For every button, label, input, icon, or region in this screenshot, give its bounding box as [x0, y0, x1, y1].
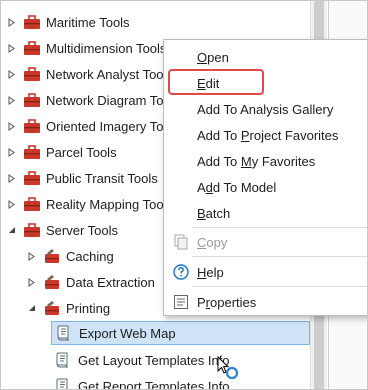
- tree-row[interactable]: Network Analyst Tools: [7, 61, 173, 87]
- tree-row-label: Network Analyst Tools: [46, 66, 173, 82]
- menu-item-label: Help: [197, 264, 224, 280]
- expand-arrow-right-icon[interactable]: [27, 251, 37, 261]
- menu-item-add-to-model[interactable]: Add To Model: [164, 175, 367, 199]
- menu-item-properties[interactable]: Properties: [164, 290, 367, 314]
- toolbox-icon: [23, 40, 41, 56]
- tree-row-label: Data Extraction: [66, 274, 155, 290]
- toolbox-icon: [23, 14, 41, 30]
- tree-row[interactable]: Reality Mapping Tools: [7, 191, 173, 217]
- tree-row-label: Server Tools: [46, 222, 119, 238]
- toolbox-icon: [23, 222, 41, 238]
- menu-item-help[interactable]: Help: [164, 260, 367, 284]
- tree-row-label: Get Report Templates Info: [78, 378, 230, 390]
- copy-icon: [173, 234, 189, 250]
- menu-item-add-to-my-favorites[interactable]: Add To My Favorites: [164, 149, 367, 173]
- expand-arrow-right-icon[interactable]: [7, 69, 17, 79]
- toolset-icon: [43, 300, 61, 316]
- expand-arrow-right-icon[interactable]: [7, 121, 17, 131]
- menu-item-label: Add To Project Favorites: [197, 127, 339, 143]
- busy-cursor-icon: [217, 356, 239, 380]
- menu-item-label: Add To Model: [197, 179, 277, 195]
- tree-row[interactable]: Maritime Tools: [7, 9, 130, 35]
- menu-item-label: Add To Analysis Gallery: [197, 101, 334, 117]
- toolbox-icon: [23, 196, 41, 212]
- script-tool-icon: [56, 325, 74, 341]
- toolbox-icon: [23, 170, 41, 186]
- menu-separator: [192, 227, 367, 228]
- menu-item-label: Batch: [197, 205, 231, 221]
- tree-row[interactable]: Parcel Tools: [7, 139, 117, 165]
- toolset-icon: [43, 248, 61, 264]
- tree-row-label: Reality Mapping Tools: [46, 196, 173, 212]
- toolbox-icon: [23, 144, 41, 160]
- toolbox-icon: [23, 66, 41, 82]
- tree-row[interactable]: Printing: [27, 295, 110, 321]
- tree-row-label: Parcel Tools: [46, 144, 117, 160]
- menu-item-copy[interactable]: Copy: [164, 230, 367, 254]
- tree-row[interactable]: Export Web Map: [51, 321, 310, 345]
- menu-item-batch[interactable]: Batch: [164, 201, 367, 225]
- menu-item-label: Copy: [197, 234, 228, 250]
- expand-arrow-right-icon[interactable]: [7, 199, 17, 209]
- toolbox-icon: [23, 118, 41, 134]
- menu-item-label: Open: [197, 49, 229, 65]
- tree-row[interactable]: Caching: [27, 243, 114, 269]
- expand-arrow-right-icon[interactable]: [7, 43, 17, 53]
- toolset-icon: [43, 274, 61, 290]
- tree-row-label: Oriented Imagery Tools: [46, 118, 181, 134]
- edit-highlight-annotation: [168, 69, 264, 95]
- tree-row[interactable]: Get Layout Templates Info: [53, 347, 230, 373]
- tree-row-label: Network Diagram Tools: [46, 92, 181, 108]
- script-tool-icon: [55, 378, 73, 389]
- menu-item-label: Properties: [197, 294, 257, 310]
- tree-row-label: Get Layout Templates Info: [78, 352, 230, 368]
- expand-arrow-right-icon[interactable]: [7, 173, 17, 183]
- tree-row[interactable]: Multidimension Tools: [7, 35, 166, 61]
- tree-row-label: Multidimension Tools: [46, 40, 167, 56]
- tree-row[interactable]: Public Transit Tools: [7, 165, 158, 191]
- expand-arrow-right-icon[interactable]: [7, 147, 17, 157]
- tree-row[interactable]: Data Extraction: [27, 269, 155, 295]
- expand-arrow-right-icon[interactable]: [7, 95, 17, 105]
- tree-row-label: Caching: [66, 248, 114, 264]
- expand-arrow-right-icon[interactable]: [7, 17, 17, 27]
- menu-item-label: Add To My Favorites: [197, 153, 316, 169]
- expand-arrow-right-icon[interactable]: [27, 277, 37, 287]
- tree-row[interactable]: Oriented Imagery Tools: [7, 113, 180, 139]
- menu-item-open[interactable]: Open: [164, 45, 367, 69]
- menu-separator: [192, 256, 367, 257]
- tree-row-label: Public Transit Tools: [46, 170, 158, 186]
- expand-arrow-down-icon[interactable]: [27, 303, 37, 313]
- tree-row-label: Export Web Map: [79, 325, 176, 341]
- tree-row[interactable]: Get Report Templates Info: [53, 373, 230, 390]
- menu-separator: [192, 286, 367, 287]
- expand-arrow-down-icon[interactable]: [7, 225, 17, 235]
- properties-icon: [173, 294, 189, 310]
- menu-item-add-to-project-favorites[interactable]: Add To Project Favorites: [164, 123, 367, 147]
- tree-row-label: Maritime Tools: [46, 14, 130, 30]
- tree-row-label: Printing: [66, 300, 111, 316]
- help-icon: [173, 264, 189, 280]
- menu-item-add-to-analysis-gallery[interactable]: Add To Analysis Gallery: [164, 97, 367, 121]
- script-tool-icon: [55, 352, 73, 368]
- toolbox-icon: [23, 92, 41, 108]
- tree-row[interactable]: Server Tools: [7, 217, 118, 243]
- geoprocessing-pane: Maritime Tools Multidimension Tools Networ…: [0, 0, 368, 390]
- tree-row[interactable]: Network Diagram Tools: [7, 87, 180, 113]
